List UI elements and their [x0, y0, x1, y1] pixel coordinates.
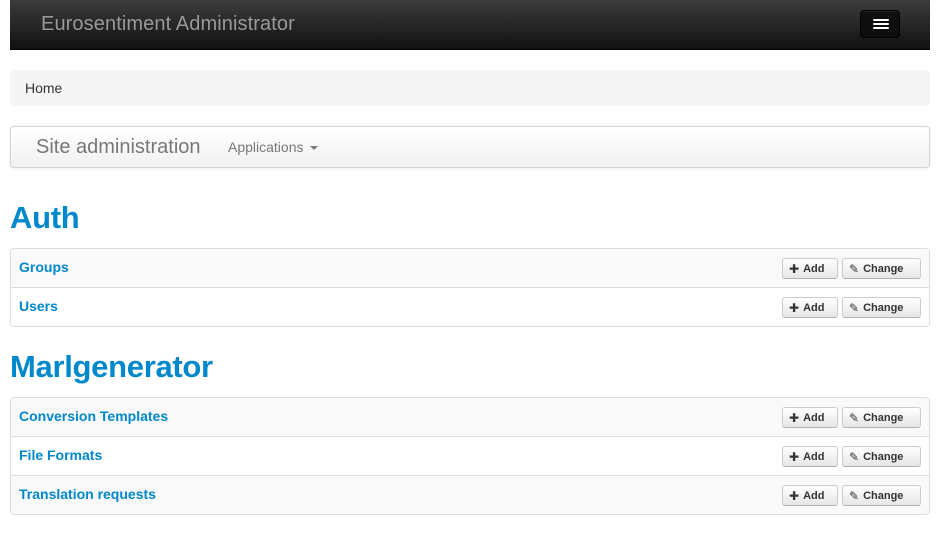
- applications-label: Applications: [228, 139, 304, 155]
- table-row: Users ✚ Add ✎ Change: [11, 287, 929, 326]
- app-table-auth: Groups ✚ Add ✎ Change Users ✚ Add ✎ Change: [10, 248, 930, 327]
- table-row: Translation requests ✚ Add ✎ Change: [11, 475, 929, 514]
- change-label: Change: [863, 262, 904, 275]
- caret-down-icon: [309, 146, 318, 151]
- brand-title[interactable]: Eurosentiment Administrator: [41, 13, 295, 36]
- model-link-groups[interactable]: Groups: [19, 259, 69, 275]
- model-link-users[interactable]: Users: [19, 298, 58, 314]
- app-title-marlgenerator[interactable]: Marlgenerator: [10, 349, 213, 385]
- plus-icon: ✚: [789, 410, 800, 425]
- model-link-file-formats[interactable]: File Formats: [19, 447, 102, 463]
- change-label: Change: [863, 489, 904, 502]
- change-button[interactable]: ✎ Change: [842, 446, 921, 467]
- change-label: Change: [863, 411, 904, 424]
- change-button[interactable]: ✎ Change: [842, 407, 921, 428]
- change-label: Change: [863, 301, 904, 314]
- change-button[interactable]: ✎ Change: [842, 297, 921, 318]
- menu-toggle-button[interactable]: [860, 10, 900, 38]
- app-title-auth[interactable]: Auth: [10, 200, 80, 236]
- table-row: Groups ✚ Add ✎ Change: [11, 249, 929, 287]
- plus-icon: ✚: [789, 488, 800, 503]
- add-label: Add: [803, 411, 825, 424]
- add-button[interactable]: ✚ Add: [782, 258, 838, 279]
- subnav: Site administration Applications: [10, 126, 930, 168]
- edit-icon: ✎: [849, 449, 860, 464]
- change-button[interactable]: ✎ Change: [842, 258, 921, 279]
- add-button[interactable]: ✚ Add: [782, 407, 838, 428]
- add-label: Add: [803, 489, 825, 502]
- change-button[interactable]: ✎ Change: [842, 485, 921, 506]
- add-label: Add: [803, 301, 825, 314]
- edit-icon: ✎: [849, 300, 860, 315]
- menu-icon-bar: [873, 23, 889, 25]
- breadcrumb-home[interactable]: Home: [25, 80, 62, 96]
- edit-icon: ✎: [849, 488, 860, 503]
- model-link-conversion-templates[interactable]: Conversion Templates: [19, 408, 168, 424]
- applications-dropdown[interactable]: Applications: [228, 139, 318, 155]
- table-row: File Formats ✚ Add ✎ Change: [11, 436, 929, 475]
- plus-icon: ✚: [789, 449, 800, 464]
- plus-icon: ✚: [789, 300, 800, 315]
- menu-icon: [873, 19, 889, 21]
- site-administration-title[interactable]: Site administration: [36, 136, 201, 159]
- breadcrumb: Home: [10, 70, 930, 106]
- model-link-translation-requests[interactable]: Translation requests: [19, 486, 156, 502]
- table-row: Conversion Templates ✚ Add ✎ Change: [11, 398, 929, 436]
- add-button[interactable]: ✚ Add: [782, 446, 838, 467]
- top-navbar: Eurosentiment Administrator: [10, 0, 930, 50]
- edit-icon: ✎: [849, 410, 860, 425]
- plus-icon: ✚: [789, 261, 800, 276]
- app-table-marlgenerator: Conversion Templates ✚ Add ✎ Change File F…: [10, 397, 930, 515]
- menu-icon-bar: [873, 27, 889, 29]
- add-label: Add: [803, 450, 825, 463]
- edit-icon: ✎: [849, 261, 860, 276]
- add-button[interactable]: ✚ Add: [782, 485, 838, 506]
- change-label: Change: [863, 450, 904, 463]
- add-button[interactable]: ✚ Add: [782, 297, 838, 318]
- add-label: Add: [803, 262, 825, 275]
